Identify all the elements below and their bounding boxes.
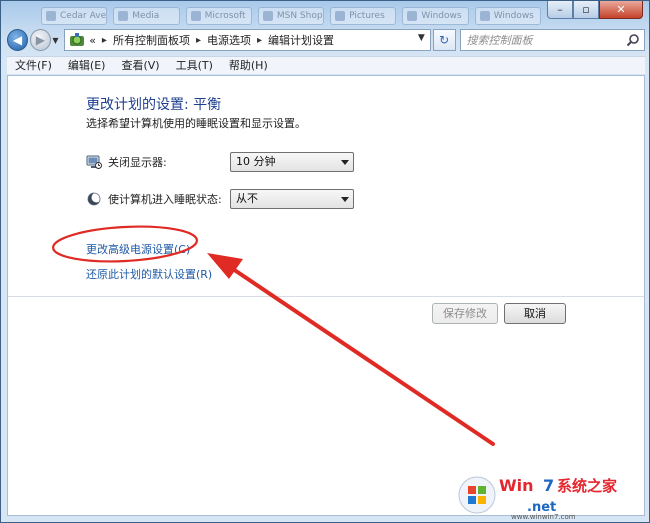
display-off-label: 关闭显示器: xyxy=(108,156,167,169)
menu-tools[interactable]: 工具(T) xyxy=(168,57,221,74)
svg-text:Win: Win xyxy=(499,476,534,495)
caption-buttons: – ▫ ✕ xyxy=(547,1,643,19)
search-box[interactable] xyxy=(459,29,645,51)
background-tab: Microsoft xyxy=(185,7,252,25)
menu-help[interactable]: 帮助(H) xyxy=(221,57,276,74)
address-bar[interactable]: « ▸ 所有控制面板项 ▸ 电源选项 ▸ 编辑计划设置 ▼ xyxy=(64,29,431,51)
search-input[interactable] xyxy=(466,33,627,47)
minimize-button[interactable]: – xyxy=(547,1,573,19)
site-logo-watermark: Win 7 系统之家 .net www.winwin7.com xyxy=(458,476,617,521)
display-off-value: 10 分钟 xyxy=(236,155,276,168)
breadcrumb-separator-icon: ▸ xyxy=(256,34,263,46)
address-dropdown-icon[interactable]: ▼ xyxy=(418,33,425,43)
maximize-button[interactable]: ▫ xyxy=(573,1,599,19)
close-button[interactable]: ✕ xyxy=(599,1,643,19)
restore-defaults-link[interactable]: 还原此计划的默认设置(R) xyxy=(86,266,212,282)
maximize-icon: ▫ xyxy=(582,3,590,16)
menu-file[interactable]: 文件(F) xyxy=(7,57,60,74)
minimize-icon: – xyxy=(557,3,563,16)
divider xyxy=(8,296,644,297)
refresh-icon: ↻ xyxy=(439,33,450,47)
breadcrumb-power-options[interactable]: 电源选项 xyxy=(207,32,251,48)
background-tab: MSN Shop xyxy=(257,7,325,25)
back-button[interactable]: ◀ xyxy=(7,29,28,51)
sleep-select[interactable]: 从不 xyxy=(230,189,354,209)
display-off-row: 关闭显示器: 10 分钟 xyxy=(86,152,354,172)
advanced-power-settings-link[interactable]: 更改高级电源设置(C) xyxy=(86,241,190,257)
cancel-button[interactable]: 取消 xyxy=(504,303,566,324)
background-tab: Windows xyxy=(474,7,541,25)
recent-pages-button[interactable]: ▼ xyxy=(51,36,60,45)
background-tab: Media xyxy=(113,7,180,25)
background-tab: Pictures xyxy=(330,7,397,25)
chevron-down-icon: ▼ xyxy=(52,35,59,45)
arrow-right-icon: ▶ xyxy=(35,33,45,47)
breadcrumb-overflow[interactable]: « xyxy=(89,34,96,47)
explorer-window: Cedar Ave Media Microsoft MSN Shop Pictu… xyxy=(0,0,650,523)
save-changes-button[interactable]: 保存修改 xyxy=(432,303,498,324)
search-icon[interactable] xyxy=(626,33,640,47)
arrow-left-icon: ◀ xyxy=(12,33,23,47)
svg-text:www.winwin7.com: www.winwin7.com xyxy=(511,513,576,521)
svg-text:系统之家: 系统之家 xyxy=(557,477,617,495)
background-tabs: Cedar Ave Media Microsoft MSN Shop Pictu… xyxy=(41,7,541,25)
forward-button[interactable]: ▶ xyxy=(29,29,51,51)
sleep-value: 从不 xyxy=(236,192,258,205)
menu-edit[interactable]: 编辑(E) xyxy=(60,57,114,74)
monitor-icon xyxy=(86,155,102,169)
dropdown-arrow-icon xyxy=(341,197,349,202)
moon-icon xyxy=(87,192,102,206)
breadcrumb-separator-icon: ▸ xyxy=(101,34,107,46)
breadcrumb-all-control-panel[interactable]: 所有控制面板项 xyxy=(113,32,190,48)
refresh-button[interactable]: ↻ xyxy=(432,29,456,51)
svg-text:7: 7 xyxy=(543,476,554,495)
control-panel-icon xyxy=(70,33,85,46)
display-off-select[interactable]: 10 分钟 xyxy=(230,152,354,172)
page-subtitle: 选择希望计算机使用的睡眠设置和显示设置。 xyxy=(86,117,306,130)
background-tab: Windows xyxy=(402,7,469,25)
menu-view[interactable]: 查看(V) xyxy=(113,57,167,74)
background-tab: Cedar Ave xyxy=(41,7,108,25)
content-pane: 更改计划的设置: 平衡 选择希望计算机使用的睡眠设置和显示设置。 关闭显示器: … xyxy=(7,75,645,516)
navigation-bar: ◀ ▶ ▼ « ▸ 所有控制面板项 ▸ 电源选项 ▸ 编辑计划设置 ▼ ↻ xyxy=(7,27,645,53)
breadcrumb-edit-plan[interactable]: 编辑计划设置 xyxy=(268,32,334,48)
page-title: 更改计划的设置: 平衡 xyxy=(86,97,222,113)
sleep-label: 使计算机进入睡眠状态: xyxy=(108,193,222,206)
dropdown-arrow-icon xyxy=(341,160,349,165)
sleep-row: 使计算机进入睡眠状态: 从不 xyxy=(86,189,354,209)
close-icon: ✕ xyxy=(616,3,626,16)
breadcrumb-separator-icon: ▸ xyxy=(195,34,201,46)
menu-bar: 文件(F) 编辑(E) 查看(V) 工具(T) 帮助(H) xyxy=(7,56,645,74)
